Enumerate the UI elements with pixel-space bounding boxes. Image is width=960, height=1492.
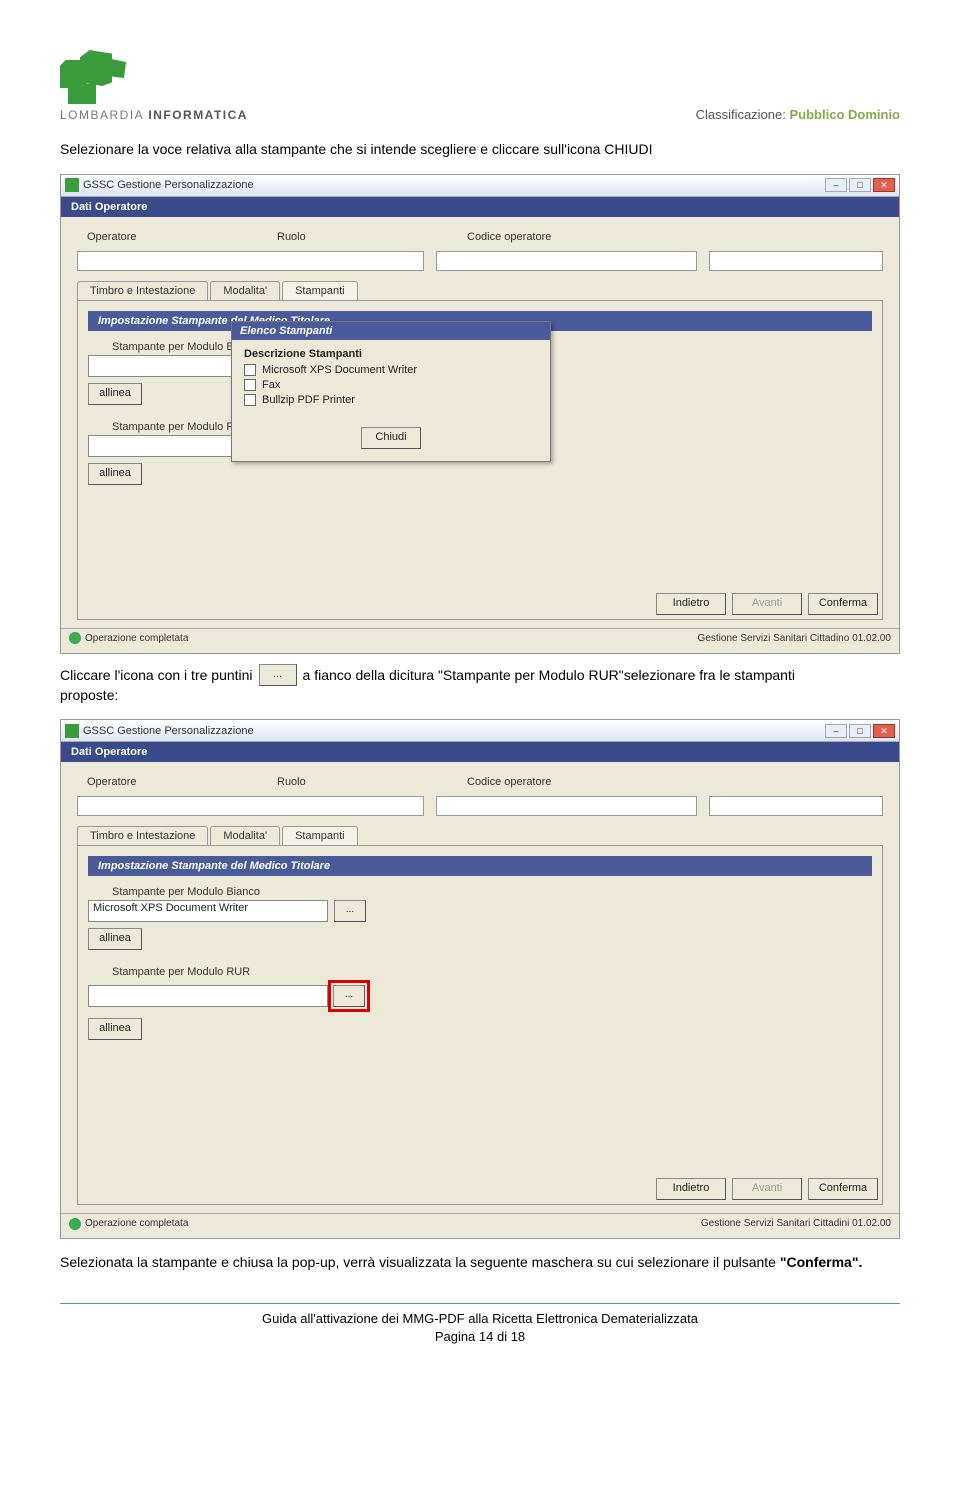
status-text: Operazione completata <box>85 1218 188 1229</box>
tab-modalita[interactable]: Modalita' <box>210 281 280 300</box>
paragraph-3: Selezionata la stampante e chiusa la pop… <box>60 1253 900 1273</box>
classification-label: Classificazione: Pubblico Dominio <box>696 107 900 122</box>
paragraph-2c: proposte: <box>60 686 900 706</box>
close-icon[interactable]: ✕ <box>873 178 895 192</box>
input-stampante-rur[interactable] <box>88 985 328 1007</box>
input-stampante-bianco[interactable]: Microsoft XPS Document Writer <box>88 900 328 922</box>
modal-title: Elenco Stampanti <box>232 322 550 340</box>
printer-option[interactable]: Bullzip PDF Printer <box>244 394 538 406</box>
app-icon <box>65 724 79 738</box>
subsection-header: Impostazione Stampante del Medico Titola… <box>88 856 872 876</box>
status-right: Gestione Servizi Sanitari Cittadini 01.0… <box>701 1218 891 1229</box>
window-title: GSSC Gestione Personalizzazione <box>83 725 254 737</box>
allinea-button-2[interactable]: allinea <box>88 463 142 485</box>
field-operatore[interactable] <box>77 796 424 816</box>
label-operatore: Operatore <box>87 231 217 243</box>
paragraph-1: Selezionare la voce relativa alla stampa… <box>60 140 900 160</box>
tab-modalita[interactable]: Modalita' <box>210 826 280 845</box>
minimize-icon[interactable]: – <box>825 178 847 192</box>
indietro-button[interactable]: Indietro <box>656 1178 726 1200</box>
printer-option[interactable]: Fax <box>244 379 538 391</box>
paragraph-2a: Cliccare l'icona con i tre puntini <box>60 667 253 683</box>
tab-stampanti[interactable]: Stampanti <box>282 826 358 845</box>
window-title: GSSC Gestione Personalizzazione <box>83 179 254 191</box>
logo-text: LOMBARDIA INFORMATICA <box>60 108 248 122</box>
logo-icon <box>60 50 130 104</box>
field-ruolo[interactable] <box>436 796 697 816</box>
label-codice: Codice operatore <box>467 231 551 243</box>
highlight-box: ... <box>328 980 370 1012</box>
avanti-button: Avanti <box>732 593 802 615</box>
browse-bianco-button[interactable]: ... <box>334 900 366 922</box>
screenshot-1: GSSC Gestione Personalizzazione – □ ✕ Da… <box>60 174 900 654</box>
allinea-button-1[interactable]: allinea <box>88 383 142 405</box>
paragraph-2b: a fianco della dicitura "Stampante per M… <box>303 667 795 683</box>
footer-rule <box>60 1303 900 1304</box>
field-ruolo[interactable] <box>436 251 697 271</box>
three-dots-button[interactable]: ... <box>259 664 297 686</box>
label-stampante-bianco: Stampante per Modulo Bianco <box>112 886 872 898</box>
checkbox-icon[interactable] <box>244 394 256 406</box>
checkbox-icon[interactable] <box>244 379 256 391</box>
logo: LOMBARDIA INFORMATICA <box>60 50 248 122</box>
printer-option[interactable]: Microsoft XPS Document Writer <box>244 364 538 376</box>
allinea-button-2[interactable]: allinea <box>88 1018 142 1040</box>
section-header: Dati Operatore <box>61 197 899 217</box>
tab-timbro[interactable]: Timbro e Intestazione <box>77 281 208 300</box>
status-right: Gestione Servizi Sanitari Cittadino 01.0… <box>698 633 891 644</box>
conferma-button[interactable]: Conferma <box>808 593 878 615</box>
checkbox-icon[interactable] <box>244 364 256 376</box>
section-header: Dati Operatore <box>61 742 899 762</box>
label-operatore: Operatore <box>87 776 217 788</box>
chiudi-button[interactable]: Chiudi <box>361 427 421 449</box>
tab-timbro[interactable]: Timbro e Intestazione <box>77 826 208 845</box>
close-icon[interactable]: ✕ <box>873 724 895 738</box>
indietro-button[interactable]: Indietro <box>656 593 726 615</box>
status-text: Operazione completata <box>85 633 188 644</box>
field-operatore[interactable] <box>77 251 424 271</box>
browse-rur-button[interactable]: ... <box>333 985 365 1007</box>
screenshot-2: GSSC Gestione Personalizzazione – □ ✕ Da… <box>60 719 900 1239</box>
label-stampante-rur: Stampante per Modulo RUR <box>112 966 872 978</box>
avanti-button: Avanti <box>732 1178 802 1200</box>
conferma-button[interactable]: Conferma <box>808 1178 878 1200</box>
app-icon <box>65 178 79 192</box>
page-footer: Guida all'attivazione dei MMG-PDF alla R… <box>60 1310 900 1346</box>
maximize-icon[interactable]: □ <box>849 724 871 738</box>
maximize-icon[interactable]: □ <box>849 178 871 192</box>
modal-subtitle: Descrizione Stampanti <box>244 348 538 360</box>
allinea-button-1[interactable]: allinea <box>88 928 142 950</box>
label-ruolo: Ruolo <box>277 231 407 243</box>
field-codice[interactable] <box>709 251 883 271</box>
label-ruolo: Ruolo <box>277 776 407 788</box>
label-codice: Codice operatore <box>467 776 551 788</box>
tab-stampanti[interactable]: Stampanti <box>282 281 358 300</box>
status-icon <box>69 1218 81 1230</box>
status-icon <box>69 632 81 644</box>
minimize-icon[interactable]: – <box>825 724 847 738</box>
elenco-stampanti-modal: Elenco Stampanti Descrizione Stampanti M… <box>231 321 551 462</box>
field-codice[interactable] <box>709 796 883 816</box>
